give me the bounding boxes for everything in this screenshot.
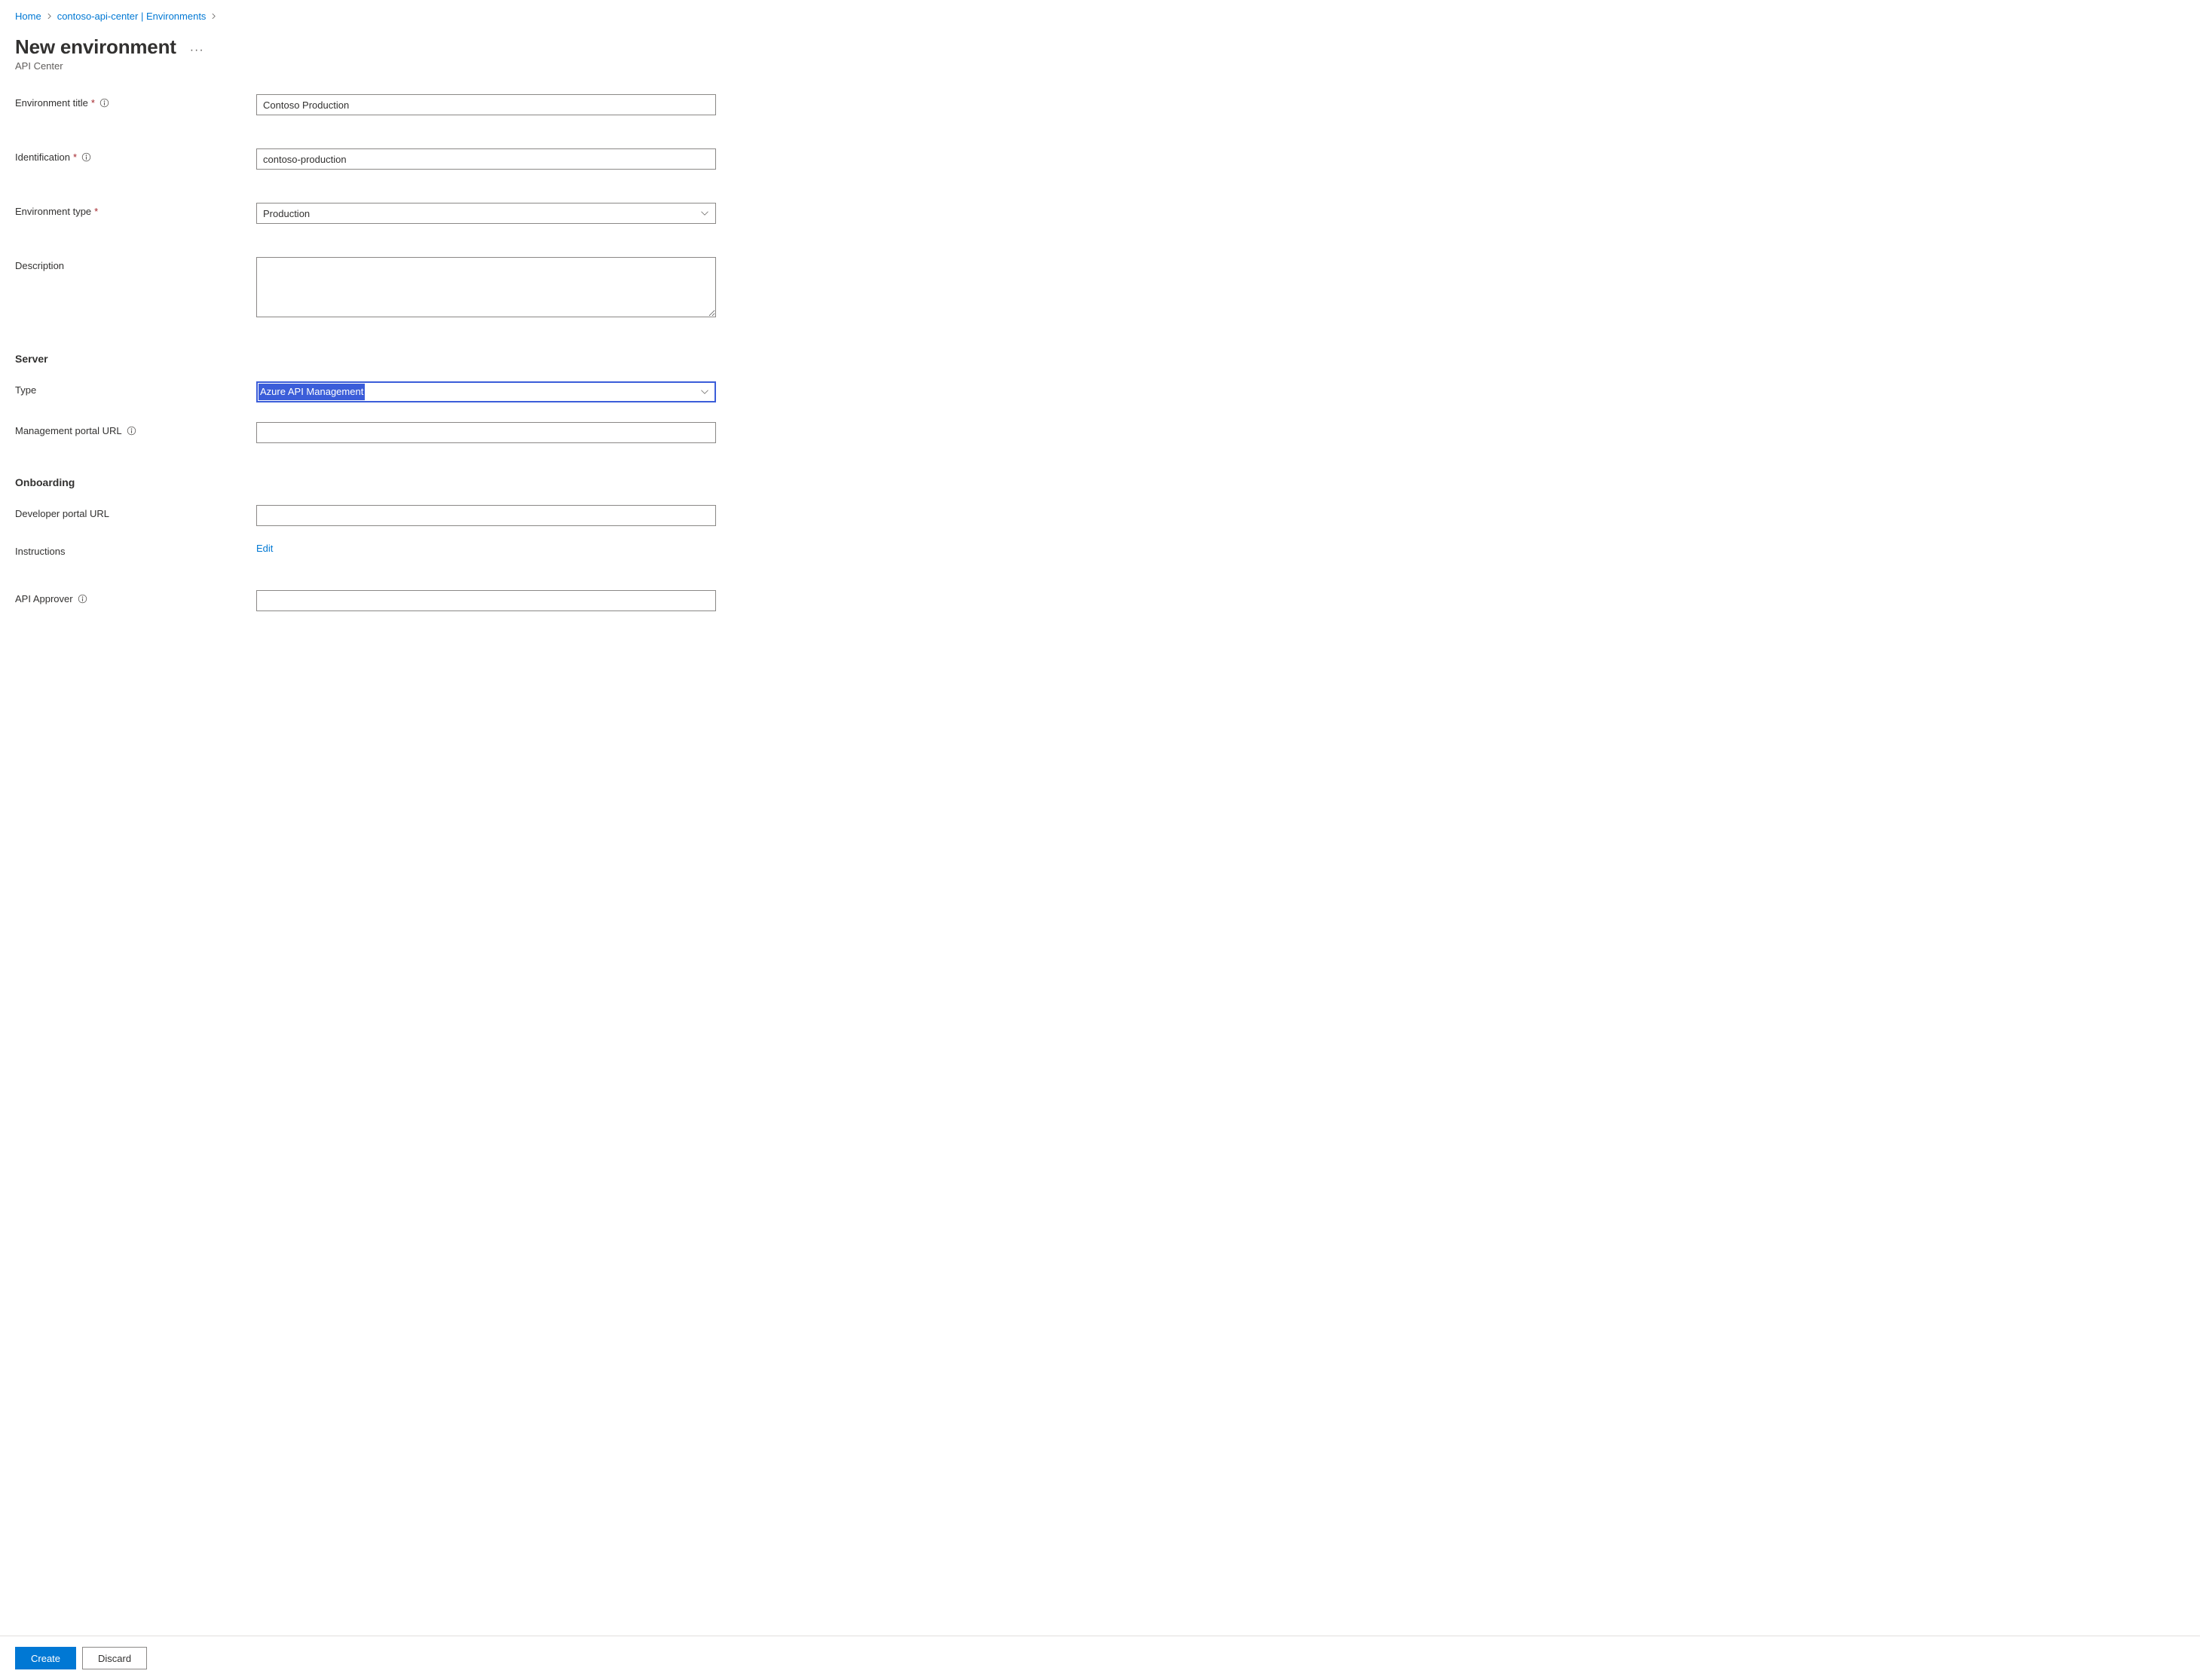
description-input[interactable] [256,257,716,317]
breadcrumb: Home contoso-api-center | Environments [15,11,2185,22]
dev-portal-input[interactable] [256,505,716,526]
description-label: Description [15,260,64,271]
onboarding-heading: Onboarding [15,476,2185,488]
env-type-selected: Production [263,208,310,219]
env-title-label: Environment title [15,97,88,109]
discard-button[interactable]: Discard [82,1647,147,1669]
mgmt-portal-label: Management portal URL [15,425,122,436]
api-approver-label: API Approver [15,593,73,604]
instructions-label: Instructions [15,546,65,557]
env-type-select[interactable]: Production [256,203,716,224]
identification-label: Identification [15,151,70,163]
page-title: New environment [15,35,176,59]
create-button[interactable]: Create [15,1647,76,1669]
server-type-label: Type [15,384,36,396]
env-type-label: Environment type [15,206,91,217]
chevron-right-icon [210,13,217,20]
required-icon: * [73,151,77,163]
breadcrumb-resource[interactable]: contoso-api-center | Environments [57,11,207,22]
identification-input[interactable] [256,148,716,170]
more-actions-button[interactable]: ··· [190,38,204,57]
info-icon[interactable] [127,426,136,436]
footer-bar: Create Discard [0,1636,2200,1680]
page-subtitle: API Center [15,60,2185,72]
mgmt-portal-input[interactable] [256,422,716,443]
instructions-edit-link[interactable]: Edit [256,543,273,554]
server-heading: Server [15,353,2185,365]
required-icon: * [91,97,95,109]
info-icon[interactable] [81,152,91,162]
env-title-input[interactable] [256,94,716,115]
breadcrumb-home[interactable]: Home [15,11,41,22]
info-icon[interactable] [78,594,87,604]
chevron-right-icon [46,13,53,20]
dev-portal-label: Developer portal URL [15,508,109,519]
server-type-select[interactable]: Azure API Management [256,381,716,402]
required-icon: * [94,206,98,217]
info-icon[interactable] [99,98,109,108]
server-type-selected: Azure API Management [259,384,365,400]
api-approver-input[interactable] [256,590,716,611]
